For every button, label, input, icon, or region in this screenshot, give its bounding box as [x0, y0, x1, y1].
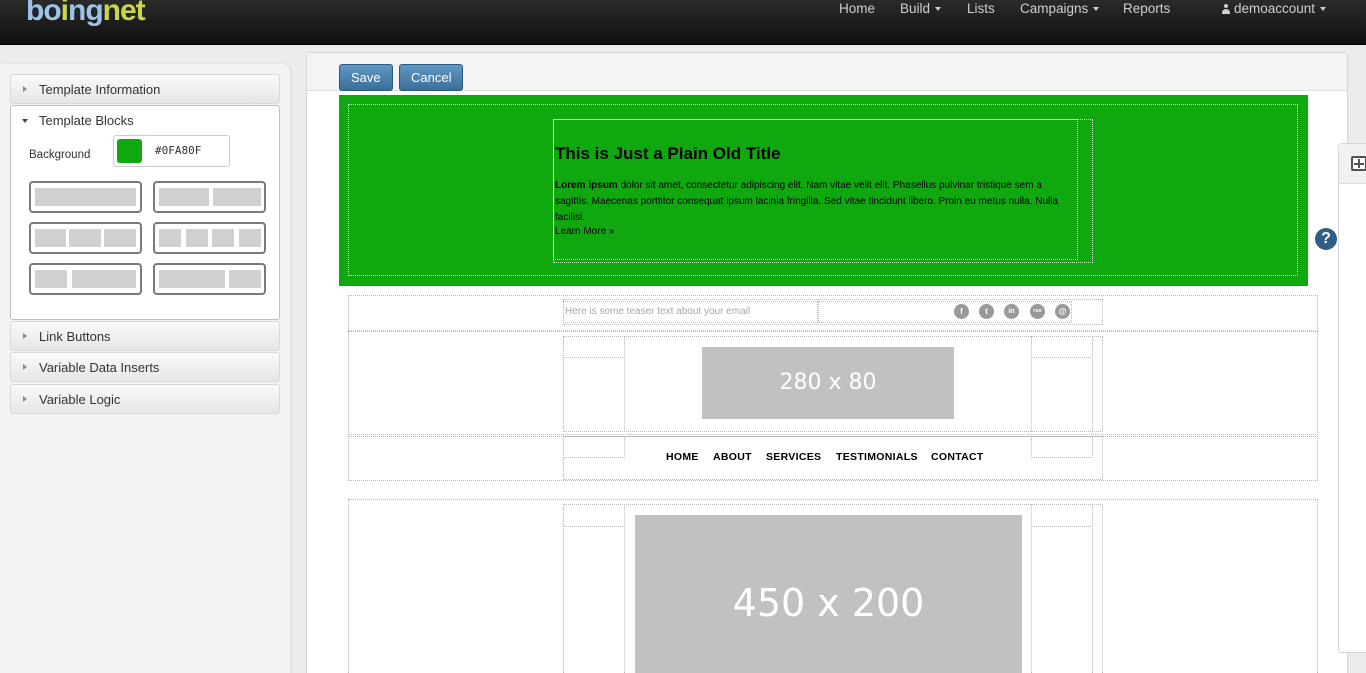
accordion-label: Variable Logic — [39, 392, 121, 407]
block-cell — [35, 229, 66, 247]
accordion-link-buttons[interactable]: Link Buttons — [10, 321, 280, 351]
block-layout-right-sidebar[interactable] — [153, 263, 266, 295]
hero-title[interactable]: This is Just a Plain Old Title — [555, 144, 780, 164]
chevron-right-icon — [23, 86, 27, 92]
facebook-icon[interactable]: f — [954, 304, 969, 319]
hero-body-text: dolor sit amet, consectetur adipiscing e… — [555, 180, 1059, 223]
left-cell-top — [563, 504, 625, 527]
accordion-label: Variable Data Inserts — [39, 360, 160, 375]
chevron-right-icon — [23, 333, 27, 339]
block-layout-3-col[interactable] — [29, 222, 142, 254]
email-icon[interactable]: @ — [1055, 304, 1070, 319]
chevron-right-icon — [23, 396, 27, 402]
menu-link-home[interactable]: HOME — [666, 451, 699, 463]
block-cell — [159, 270, 225, 288]
right-cell-top — [1031, 504, 1093, 527]
content-outline — [563, 436, 1103, 480]
accordion-template-blocks: Template Blocks Background #0FA80F — [10, 105, 280, 320]
block-layout-left-sidebar[interactable] — [29, 263, 142, 295]
block-cell — [186, 229, 208, 247]
menu-link-testimonials[interactable]: TESTIMONIALS — [836, 451, 918, 463]
block-cell — [69, 229, 101, 247]
twitter-icon[interactable]: t — [979, 304, 994, 319]
menu-link-about[interactable]: ABOUT — [713, 451, 752, 463]
nav-account-menu[interactable]: demoaccount — [1222, 1, 1327, 16]
menu-link-contact[interactable]: CONTACT — [931, 451, 984, 463]
right-panel-header — [1339, 144, 1366, 184]
accordion-label: Template Information — [39, 82, 161, 97]
nav-campaigns-label: Campaigns — [1020, 1, 1089, 16]
background-label: Background — [29, 149, 91, 161]
block-cell — [159, 188, 209, 206]
add-block-icon[interactable] — [1351, 156, 1366, 171]
chevron-down-icon[interactable] — [22, 119, 28, 123]
block-cell — [35, 270, 67, 288]
nav-build[interactable]: Build — [900, 1, 942, 16]
block-cell — [212, 229, 234, 247]
block-cell — [35, 188, 136, 206]
rss-icon[interactable]: rss — [1030, 304, 1045, 319]
right-side-panel — [1338, 143, 1366, 653]
cancel-button[interactable]: Cancel — [399, 64, 464, 91]
nav-reports[interactable]: Reports — [1123, 1, 1170, 16]
block-cell — [213, 188, 261, 206]
chevron-down-icon — [1320, 7, 1327, 12]
right-cell — [1031, 504, 1093, 673]
left-cell-top — [563, 436, 625, 458]
learn-more-link[interactable]: Learn More » — [555, 226, 614, 237]
block-layout-4-col[interactable] — [153, 222, 266, 254]
color-hex-value[interactable]: #0FA80F — [155, 144, 201, 157]
top-navbar: boingnet Home Build Lists Campaigns Repo… — [0, 0, 1366, 45]
accordion-variable-logic[interactable]: Variable Logic — [10, 384, 280, 414]
accordion-label: Link Buttons — [39, 329, 111, 344]
right-cell-top — [1031, 436, 1093, 458]
block-cell — [229, 270, 261, 288]
menu-link-services[interactable]: SERVICES — [766, 451, 821, 463]
teaser-text[interactable]: Here is some teaser text about your emai… — [565, 306, 750, 317]
block-cell — [239, 229, 261, 247]
nav-account-label: demoaccount — [1234, 1, 1316, 16]
logo-text-c: ng — [68, 0, 104, 27]
user-icon — [1222, 4, 1230, 14]
main-image-placeholder[interactable]: 450 x 200 — [635, 515, 1022, 673]
nav-campaigns[interactable]: Campaigns — [1020, 1, 1100, 16]
left-cell — [563, 504, 625, 673]
left-cell-top — [563, 336, 625, 358]
nav-build-label: Build — [900, 1, 931, 16]
hero-body[interactable]: Lorem ipsum dolor sit amet, consectetur … — [555, 178, 1075, 226]
chevron-down-icon — [935, 7, 942, 12]
background-color-picker[interactable]: #0FA80F — [113, 135, 230, 167]
logo-text-a: bo — [26, 0, 62, 27]
block-cell — [104, 229, 136, 247]
logo-text-d: net — [102, 0, 146, 27]
nav-lists[interactable]: Lists — [967, 1, 995, 16]
accordion-label[interactable]: Template Blocks — [39, 113, 134, 128]
hero-body-bold: Lorem ipsum — [555, 180, 618, 191]
block-layout-1-col[interactable] — [29, 181, 142, 213]
nav-home[interactable]: Home — [839, 1, 875, 16]
block-cell — [72, 270, 136, 288]
help-icon[interactable]: ? — [1315, 228, 1337, 250]
save-button[interactable]: Save — [339, 64, 393, 91]
color-swatch[interactable] — [117, 139, 142, 163]
chevron-right-icon — [23, 364, 27, 370]
linkedin-icon[interactable]: in — [1004, 304, 1019, 319]
boingnet-logo[interactable]: boingnet — [26, 0, 146, 28]
accordion-template-information[interactable]: Template Information — [10, 74, 280, 104]
logo-text-b: i — [60, 0, 69, 27]
sidebar: Template Information Template Blocks Bac… — [0, 64, 290, 673]
chevron-down-icon — [1093, 7, 1100, 12]
block-layout-2-col[interactable] — [153, 181, 266, 213]
right-cell-top — [1031, 336, 1093, 358]
block-cell — [159, 229, 181, 247]
header-image-placeholder[interactable]: 280 x 80 — [702, 347, 954, 419]
accordion-variable-data-inserts[interactable]: Variable Data Inserts — [10, 352, 280, 382]
